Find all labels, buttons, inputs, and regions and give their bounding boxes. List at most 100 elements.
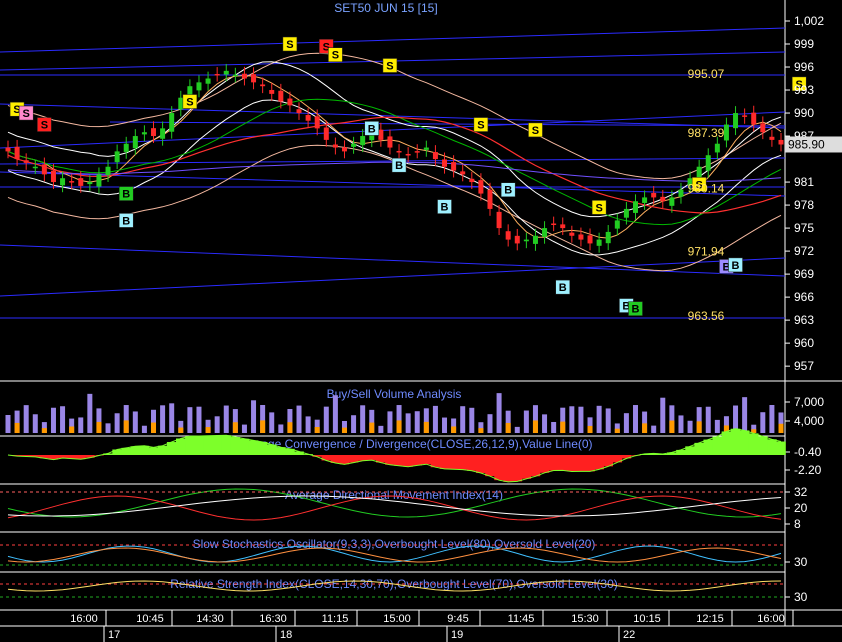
candle-body bbox=[260, 84, 266, 87]
candle-body bbox=[23, 160, 29, 163]
volume-bar bbox=[196, 406, 202, 433]
price-tick-label: 981 bbox=[794, 175, 814, 189]
buy-signal: B bbox=[395, 160, 403, 172]
day-label: 19 bbox=[451, 629, 463, 641]
candle-body bbox=[478, 180, 484, 194]
buy-signal: B bbox=[732, 260, 740, 272]
volume-buy bbox=[696, 421, 702, 433]
day-label: 17 bbox=[108, 629, 120, 641]
price-tick-label: 969 bbox=[794, 267, 814, 281]
level-label: 963.56 bbox=[688, 309, 725, 323]
candle-body bbox=[69, 181, 75, 183]
price-tick-label: 1,002 bbox=[794, 14, 824, 28]
volume-bar bbox=[332, 395, 338, 433]
volume-bar bbox=[487, 414, 493, 433]
buy-signal: B bbox=[559, 282, 567, 294]
candle-body bbox=[442, 159, 448, 167]
candle-body bbox=[578, 234, 584, 240]
volume-bar bbox=[678, 415, 684, 433]
trend-line bbox=[0, 257, 786, 297]
candle-body bbox=[160, 128, 166, 139]
candle-body bbox=[423, 147, 429, 150]
level-label: 971.94 bbox=[688, 245, 725, 259]
candle-body bbox=[705, 155, 711, 171]
sell-signal: S bbox=[532, 125, 539, 137]
volume-bar bbox=[414, 411, 420, 433]
volume-bar bbox=[60, 406, 66, 433]
volume-bar bbox=[714, 419, 720, 433]
candle-body bbox=[596, 239, 602, 246]
candle-body bbox=[733, 113, 739, 129]
time-tick-label: 15:00 bbox=[383, 613, 411, 625]
volume-bar bbox=[632, 405, 638, 433]
sell-signal: S bbox=[286, 39, 293, 51]
level-labels: 995.07 987.39 980.14 971.94 963.56 bbox=[688, 67, 725, 323]
candle-body bbox=[123, 143, 129, 152]
panel-tick-label: 7,000 bbox=[794, 395, 824, 409]
buy-signal: B bbox=[504, 185, 512, 197]
candle-body bbox=[5, 147, 11, 152]
candle-body bbox=[41, 164, 47, 175]
candle-body bbox=[114, 151, 120, 163]
candle-body bbox=[232, 74, 238, 77]
buy-signal: B bbox=[441, 202, 449, 214]
panel-tick-label: 4,000 bbox=[794, 414, 824, 428]
volume-bar bbox=[569, 406, 575, 433]
candle-body bbox=[305, 115, 311, 121]
candle-body bbox=[278, 90, 284, 102]
price-tick-label: 996 bbox=[794, 60, 814, 74]
volume-bar bbox=[323, 406, 329, 433]
trend-line bbox=[0, 171, 786, 197]
volume-buy bbox=[451, 426, 457, 433]
time-axis: 16:00 10:45 14:30 16:30 11:15 15:00 9:45 11:45 1… bbox=[0, 609, 842, 642]
candle-body bbox=[151, 128, 157, 137]
candle-body bbox=[96, 174, 102, 187]
candle-body bbox=[223, 70, 229, 75]
candle-body bbox=[742, 115, 748, 117]
volume-bar bbox=[687, 420, 693, 433]
level-label: 987.39 bbox=[688, 126, 725, 140]
volume-buy bbox=[205, 427, 211, 433]
volume-buy bbox=[532, 420, 538, 433]
volume-bar bbox=[169, 403, 175, 433]
candle-body bbox=[214, 73, 220, 76]
time-tick-label: 9:45 bbox=[447, 613, 468, 625]
day-label: 18 bbox=[280, 629, 292, 641]
volume-buy bbox=[369, 422, 375, 433]
time-tick-label: 10:15 bbox=[633, 613, 661, 625]
candle-body bbox=[405, 153, 411, 156]
volume-bar bbox=[660, 397, 666, 433]
candle-body bbox=[14, 146, 20, 160]
volume-buy bbox=[778, 423, 784, 433]
volume-bar bbox=[114, 413, 120, 433]
candle-body bbox=[678, 189, 684, 197]
volume-buy bbox=[669, 420, 675, 433]
volume-bar bbox=[578, 406, 584, 433]
sell-signal: S bbox=[186, 97, 193, 109]
candle-body bbox=[623, 208, 629, 218]
candle-body bbox=[605, 231, 611, 244]
candle-body bbox=[141, 132, 147, 135]
volume-bar bbox=[351, 415, 357, 433]
buy-signal: B bbox=[122, 189, 130, 201]
time-tick-label: 16:00 bbox=[757, 613, 785, 625]
panel-title: Buy/Sell Volume Analysis bbox=[327, 387, 462, 401]
candle-body bbox=[714, 143, 720, 153]
chart-title: SET50 JUN 15 [15] bbox=[334, 1, 437, 15]
volume-buy bbox=[560, 421, 566, 433]
candle-body bbox=[451, 162, 457, 171]
candle-body bbox=[723, 124, 729, 141]
panel-tick-label: 20 bbox=[794, 501, 808, 515]
indicator-panels: Buy/Sell Volume AnalysisMoving Average C… bbox=[0, 387, 824, 611]
volume-buy bbox=[96, 421, 102, 433]
price-tick-label: 963 bbox=[794, 313, 814, 327]
volume-buy bbox=[178, 427, 184, 433]
volume-buy bbox=[587, 425, 593, 433]
candle-body bbox=[132, 136, 138, 149]
candle-body bbox=[387, 136, 393, 148]
candle-body bbox=[651, 192, 657, 198]
panel-tick-label: 30 bbox=[794, 555, 808, 569]
candle-body bbox=[351, 143, 357, 147]
candle-body bbox=[196, 82, 202, 91]
candle-body bbox=[296, 109, 302, 114]
